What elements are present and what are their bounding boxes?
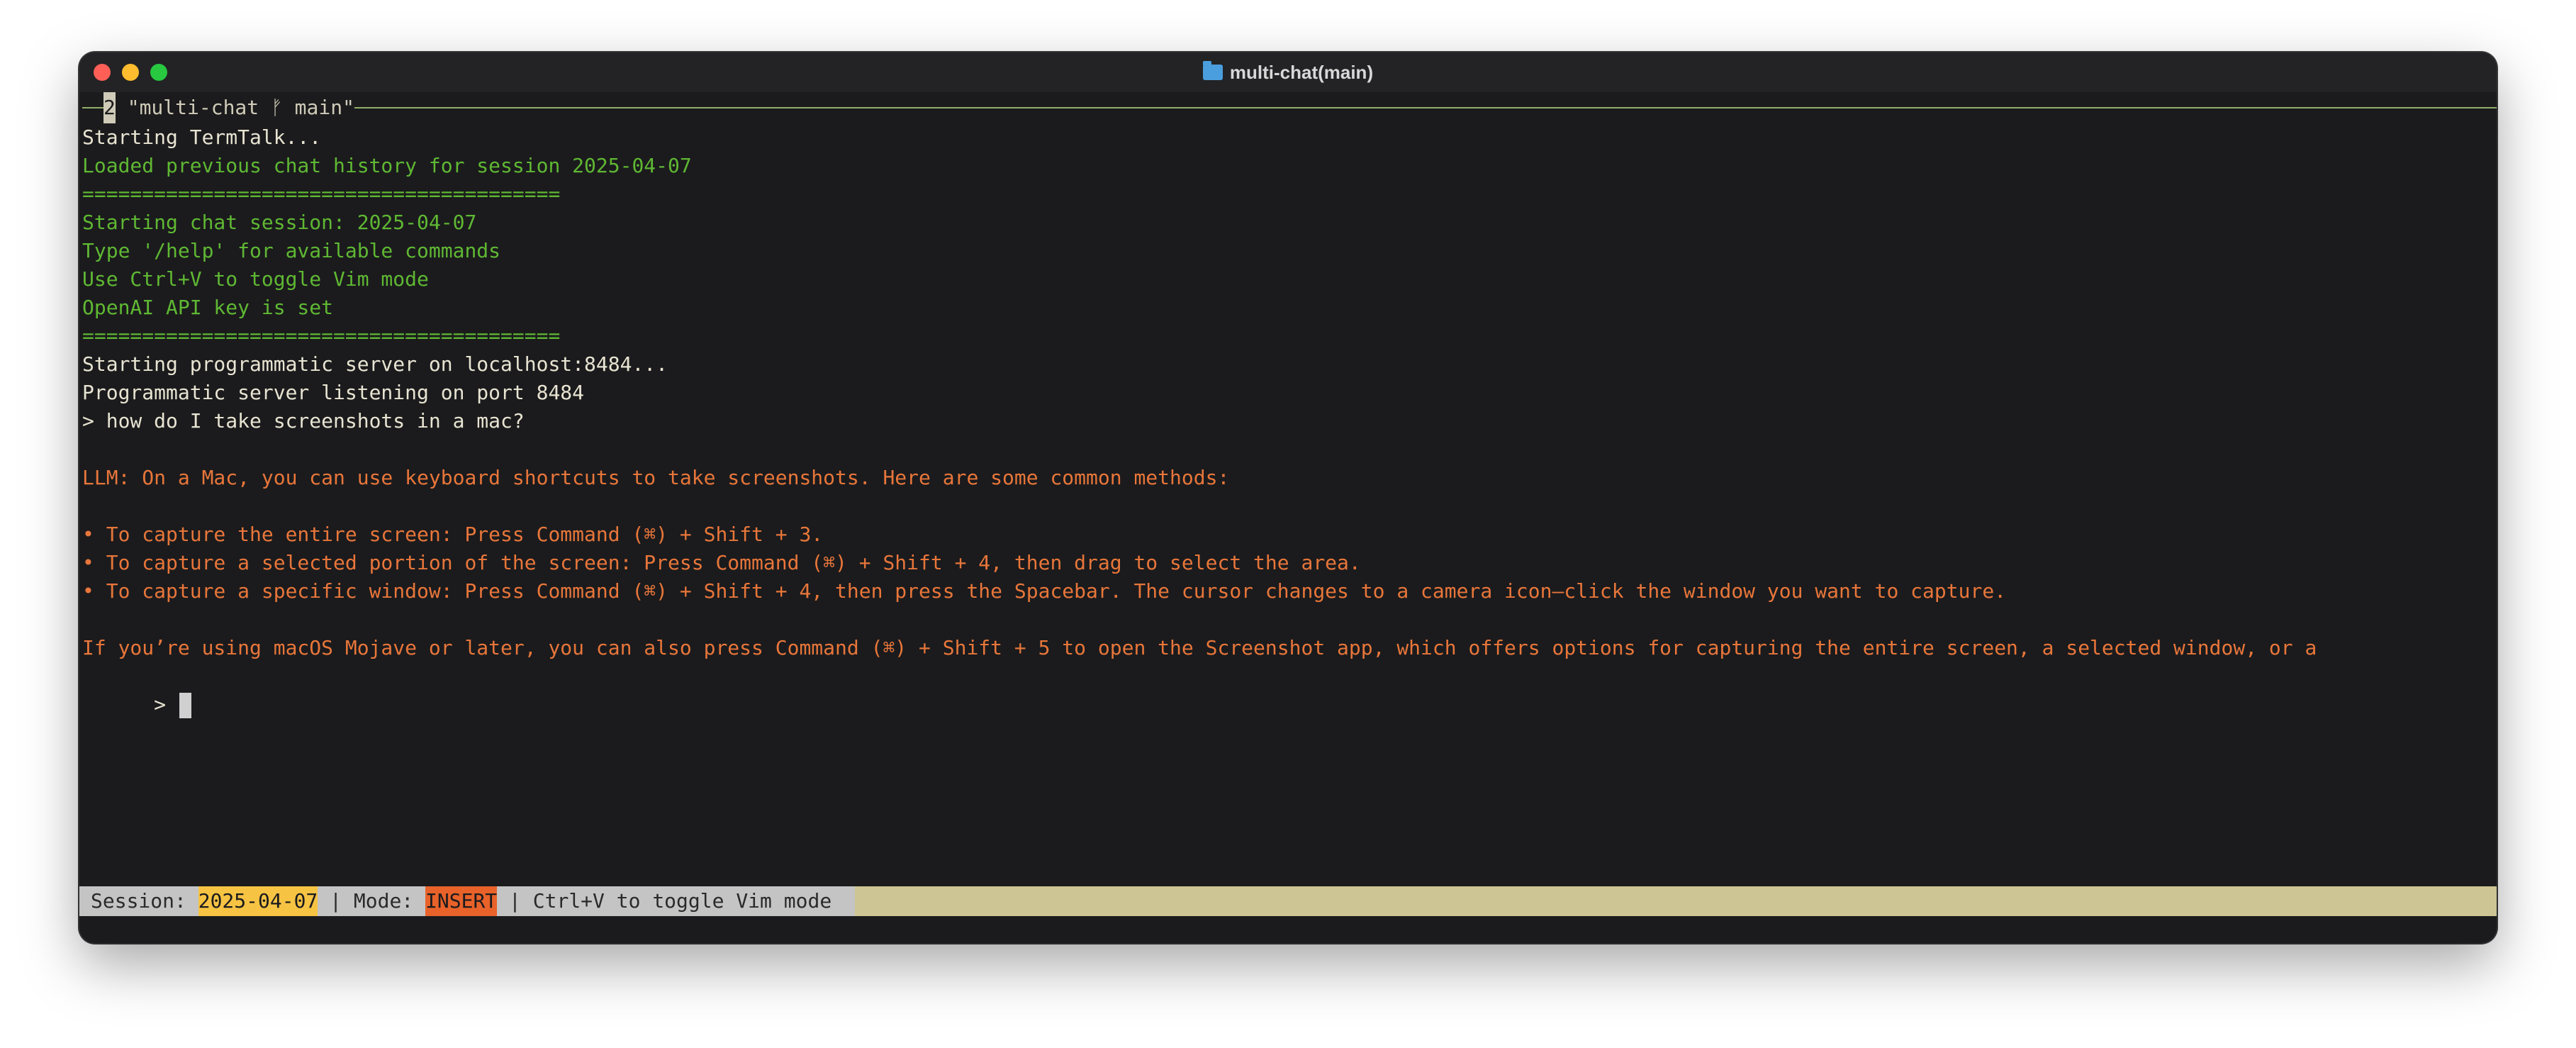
folder-icon bbox=[1202, 61, 1223, 80]
terminal-line: Type '/help' for available commands bbox=[82, 239, 501, 262]
window-title: multi-chat(main) bbox=[1202, 61, 1374, 84]
terminal-line: • To capture a specific window: Press Co… bbox=[82, 579, 2007, 603]
terminal-line: > how do I take screenshots in a mac? bbox=[82, 409, 525, 433]
terminal-line: ======================================== bbox=[82, 182, 561, 206]
pane-border bbox=[354, 107, 2497, 108]
mode-value: INSERT bbox=[425, 886, 498, 916]
terminal-window: multi-chat(main) 2 "multi-chat ᚠ main" S… bbox=[79, 52, 2497, 943]
title-bar: multi-chat(main) bbox=[79, 52, 2497, 92]
vim-toggle-hint: | Ctrl+V to toggle Vim mode bbox=[497, 889, 844, 913]
terminal-line: • To capture the entire screen: Press Co… bbox=[82, 523, 824, 546]
status-bar: Session: 2025-04-07 | Mode: INSERT | Ctr… bbox=[79, 886, 2497, 916]
terminal-line: Starting chat session: 2025-04-07 bbox=[82, 211, 477, 234]
status-segment: Session: 2025-04-07 | Mode: INSERT | Ctr… bbox=[79, 886, 856, 916]
session-label: Session: bbox=[91, 889, 198, 913]
terminal-line: OpenAI API key is set bbox=[82, 296, 334, 319]
session-value: 2025-04-07 bbox=[198, 886, 318, 916]
terminal-line: Starting programmatic server on localhos… bbox=[82, 352, 668, 376]
zoom-window-button[interactable] bbox=[150, 64, 167, 81]
terminal-line: If you’re using macOS Mojave or later, y… bbox=[82, 636, 2317, 659]
terminal-content[interactable]: 2 "multi-chat ᚠ main" Starting TermTalk.… bbox=[82, 92, 2497, 943]
terminal-line: LLM: On a Mac, you can use keyboard shor… bbox=[82, 466, 1230, 489]
terminal-line: Programmatic server listening on port 84… bbox=[82, 381, 585, 404]
mode-label: | Mode: bbox=[318, 889, 426, 913]
tmux-pane-header: 2 "multi-chat ᚠ main" bbox=[82, 92, 2497, 123]
terminal-line: • To capture a selected portion of the s… bbox=[82, 551, 1361, 574]
close-window-button[interactable] bbox=[94, 64, 111, 81]
terminal-line: ======================================== bbox=[82, 324, 561, 347]
text-cursor bbox=[179, 693, 191, 718]
terminal-line: Loaded previous chat history for session… bbox=[82, 154, 692, 177]
terminal-output: Starting TermTalk... Loaded previous chat… bbox=[82, 123, 2497, 662]
terminal-line: Use Ctrl+V to toggle Vim mode bbox=[82, 267, 429, 291]
pane-label: "multi-chat ᚠ main" bbox=[115, 96, 354, 119]
prompt-symbol: > bbox=[154, 693, 167, 716]
minimize-window-button[interactable] bbox=[122, 64, 139, 81]
input-prompt-line[interactable]: > bbox=[82, 662, 2497, 718]
window-controls bbox=[94, 64, 167, 81]
terminal-line: Starting TermTalk... bbox=[82, 126, 322, 149]
window-title-text: multi-chat(main) bbox=[1229, 61, 1374, 83]
pane-number: 2 bbox=[103, 92, 116, 123]
pane-border bbox=[82, 107, 103, 108]
